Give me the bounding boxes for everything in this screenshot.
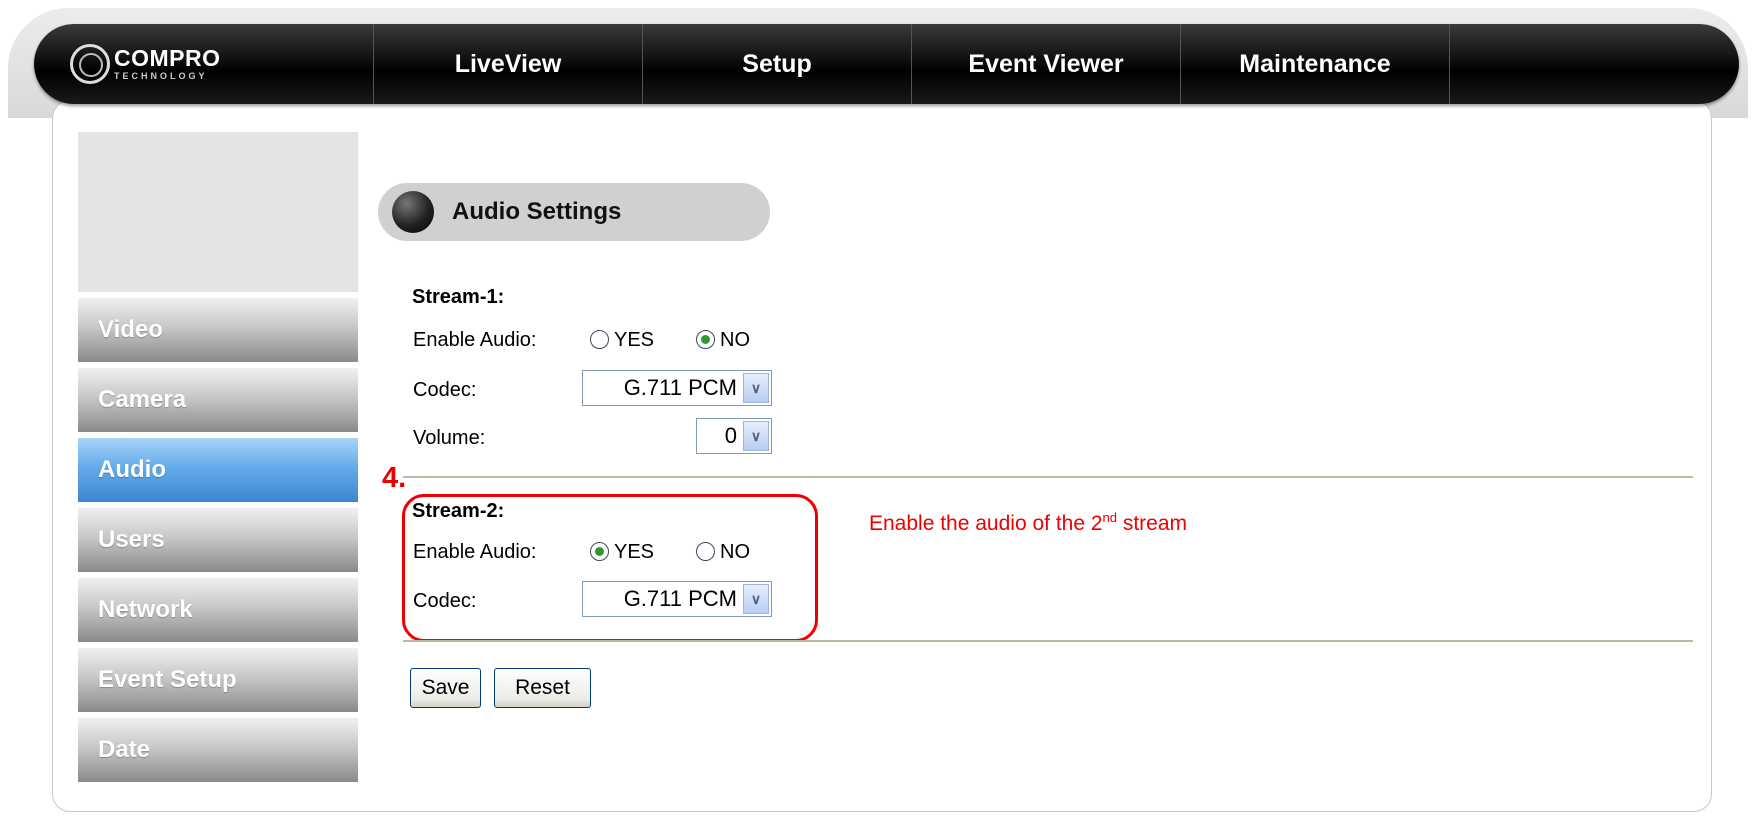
nav-setup[interactable]: Setup bbox=[643, 24, 912, 104]
sidebar-item-date[interactable]: Date bbox=[78, 718, 358, 782]
stream2-yes-label: YES bbox=[614, 541, 655, 563]
annotation-text-before: Enable the audio of the 2 bbox=[869, 512, 1103, 535]
chevron-down-icon: ∨ bbox=[743, 584, 769, 614]
sidebar-item-network[interactable]: Network bbox=[78, 578, 358, 642]
divider bbox=[403, 476, 1693, 478]
brand-name: COMPRO bbox=[114, 45, 221, 71]
sidebar-item-event-setup[interactable]: Event Setup bbox=[78, 648, 358, 712]
nav-liveview[interactable]: LiveView bbox=[374, 24, 643, 104]
annotation-step-number: 4. bbox=[382, 462, 407, 494]
chevron-down-icon: ∨ bbox=[743, 373, 769, 403]
nav-filler bbox=[1450, 24, 1739, 104]
section-header: Audio Settings bbox=[378, 183, 770, 241]
divider bbox=[403, 640, 1693, 642]
chevron-down-icon: ∨ bbox=[743, 421, 769, 451]
stream1-volume-label: Volume: bbox=[413, 427, 486, 449]
reset-button[interactable]: Reset bbox=[494, 668, 591, 708]
stream1-codec-label: Codec: bbox=[413, 379, 477, 401]
logo-ring-icon bbox=[70, 44, 110, 84]
sidebar-item-audio[interactable]: Audio bbox=[78, 438, 358, 502]
bullet-icon bbox=[392, 191, 434, 233]
stream1-yes-label: YES bbox=[614, 329, 655, 351]
top-nav: COMPRO TECHNOLOGY LiveView Setup Event V… bbox=[34, 24, 1739, 104]
stream1-codec-value: G.711 PCM bbox=[623, 375, 737, 400]
stream2-heading: Stream-2: bbox=[412, 500, 505, 522]
stream2-codec-value: G.711 PCM bbox=[623, 586, 737, 611]
stream2-codec-select[interactable]: G.711 PCM ∨ bbox=[582, 581, 772, 617]
brand-logo: COMPRO TECHNOLOGY bbox=[34, 24, 374, 104]
stream2-no-radio[interactable] bbox=[696, 542, 715, 561]
stream1-yes-radio[interactable] bbox=[590, 330, 609, 349]
stream1-no-radio[interactable] bbox=[696, 330, 715, 349]
sidebar-item-users[interactable]: Users bbox=[78, 508, 358, 572]
nav-event-viewer[interactable]: Event Viewer bbox=[912, 24, 1181, 104]
sidebar-item-video[interactable]: Video bbox=[78, 298, 358, 362]
stream1-enable-label: Enable Audio: bbox=[413, 329, 537, 351]
annotation-text-sup: nd bbox=[1102, 510, 1117, 525]
annotation-text-after: stream bbox=[1117, 512, 1188, 535]
sidebar-header bbox=[78, 132, 358, 292]
stream1-volume-value: 0 bbox=[724, 423, 737, 448]
stream1-heading: Stream-1: bbox=[412, 286, 505, 308]
brand-tagline: TECHNOLOGY bbox=[114, 71, 208, 81]
stream2-yes-radio[interactable] bbox=[590, 542, 609, 561]
sidebar-item-camera[interactable]: Camera bbox=[78, 368, 358, 432]
section-title: Audio Settings bbox=[452, 198, 622, 225]
stream2-no-label: NO bbox=[720, 541, 750, 563]
stream1-no-label: NO bbox=[720, 329, 750, 351]
stream2-codec-label: Codec: bbox=[413, 590, 477, 612]
nav-maintenance[interactable]: Maintenance bbox=[1181, 24, 1450, 104]
stream1-codec-select[interactable]: G.711 PCM ∨ bbox=[582, 370, 772, 406]
stream2-enable-label: Enable Audio: bbox=[413, 541, 537, 563]
annotation-text: Enable the audio of the 2nd stream bbox=[869, 510, 1187, 536]
save-button[interactable]: Save bbox=[410, 668, 481, 708]
stream1-volume-select[interactable]: 0 ∨ bbox=[696, 418, 772, 454]
